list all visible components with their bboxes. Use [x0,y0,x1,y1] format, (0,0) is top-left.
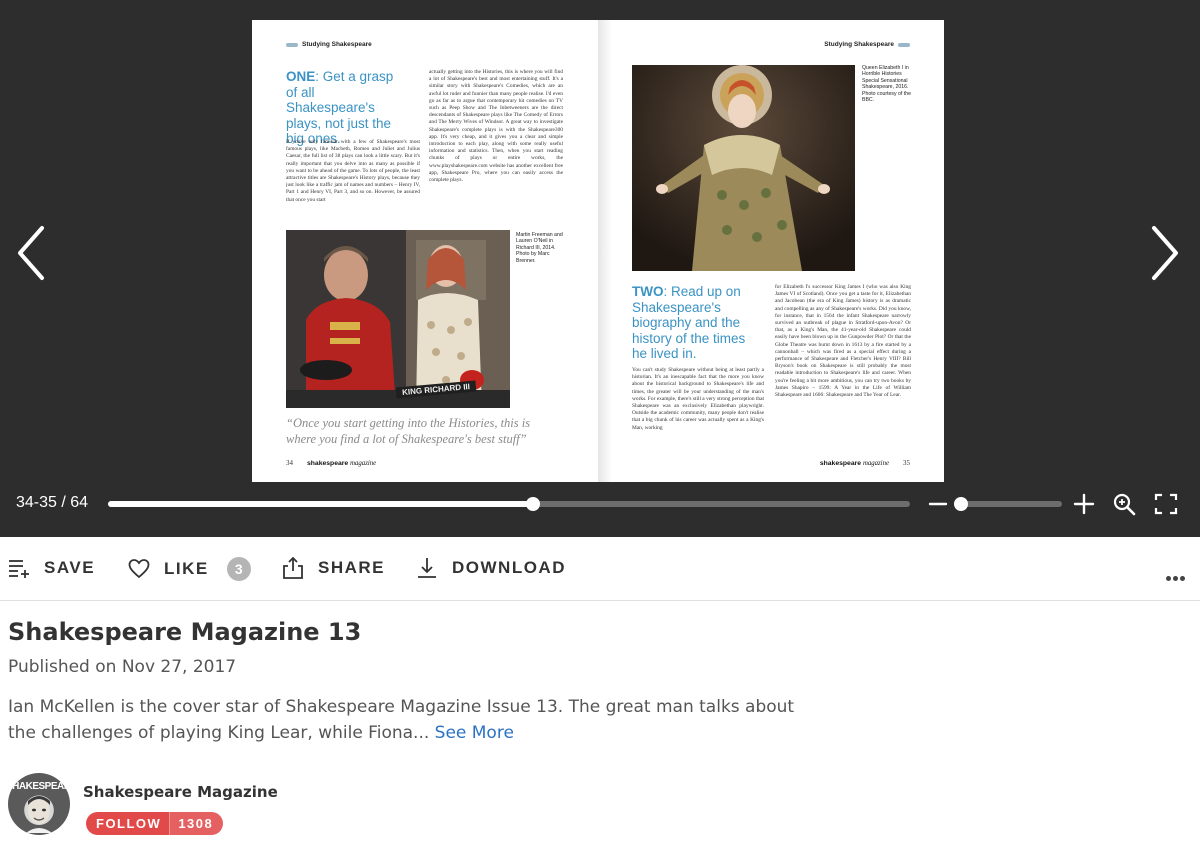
download-button[interactable]: DOWNLOAD [416,557,566,579]
pull-quote: “Once you start getting into the Histori… [286,416,531,446]
body-column-1: If you're only familiar with a few of Sh… [286,139,420,203]
save-button[interactable]: SAVE [8,557,95,579]
previous-page-button[interactable] [12,222,52,284]
more-options-button[interactable] [1166,566,1187,585]
publication-description: Ian McKellen is the cover star of Shakes… [8,694,808,746]
download-label: DOWNLOAD [452,558,566,577]
zoom-handle[interactable] [954,497,969,511]
zoom-search-icon [1113,493,1136,516]
zoom-slider[interactable] [954,497,1062,511]
quill-icon [898,42,910,47]
action-bar: SAVE LIKE 3 SHARE DOWNLOAD [0,537,1200,601]
running-head-text: Studying Shakespeare [824,41,894,48]
follow-label: FOLLOW [96,816,162,831]
next-page-button[interactable] [1144,222,1184,284]
magazine-viewer: Studying Shakespeare ONE: Get a grasp of… [0,0,1200,537]
brand-mark: shakespeare magazine [307,460,377,467]
like-label: LIKE [164,559,209,578]
more-horizontal-icon [1166,576,1171,581]
photo-caption-left: Martin Freeman and Lauren O'Neil in Rich… [516,232,563,264]
share-icon [283,557,303,579]
publisher-name[interactable]: Shakespeare Magazine [83,783,278,801]
page-number: 35 [903,459,910,467]
progress-fill [108,501,534,507]
queen-elizabeth-photo [632,65,855,271]
fullscreen-button[interactable] [1154,493,1178,515]
folio-right: shakespeare magazine 35 [820,459,910,467]
running-head-left: Studying Shakespeare [286,41,372,48]
download-icon [418,558,436,578]
magnifier-button[interactable] [1112,492,1136,516]
chevron-left-icon [18,226,44,280]
save-label: SAVE [44,558,96,577]
progress-handle[interactable] [526,497,541,511]
description-text: Ian McKellen is the cover star of Shakes… [8,697,795,743]
photo-caption-right: Queen Elizabeth I in Horrible Histories … [862,65,912,104]
save-list-icon [9,560,29,578]
headline-two: TWO: Read up on Shakespeare's biography … [632,284,754,362]
chevron-right-icon [1152,226,1178,280]
headline-lead: ONE [286,69,316,84]
folio-left: 34 shakespeare magazine [286,459,376,467]
quill-icon [286,42,298,47]
photo-illustration [632,65,855,271]
minus-icon [928,502,948,506]
page-indicator: 34-35 / 64 [16,494,89,511]
plus-icon [1073,493,1095,515]
zoom-in-button[interactable] [1073,493,1095,515]
publication-title: Shakespeare Magazine 13 [8,618,362,646]
heart-icon [128,559,150,579]
shakespeare-portrait-icon [26,796,52,833]
running-head-right: Studying Shakespeare [824,41,910,48]
richard-iii-photo: KING RICHARD III [286,230,510,408]
page-progress-slider[interactable] [108,497,910,511]
avatar-text: SHAKESPEARE [8,781,70,792]
brand-mark: shakespeare magazine [819,460,889,467]
publisher-avatar[interactable]: SHAKESPEARE [8,773,70,835]
published-date: Published on Nov 27, 2017 [8,657,237,677]
fullscreen-icon [1154,493,1178,515]
follow-button[interactable]: FOLLOW 1308 [86,812,224,835]
page-spread[interactable]: Studying Shakespeare ONE: Get a grasp of… [252,20,944,482]
body-column-2: actually getting into the Histories, thi… [429,69,563,184]
see-more-link[interactable]: See More [435,723,514,743]
share-button[interactable]: SHARE [282,557,385,579]
headline-lead: TWO [632,284,664,299]
page-35: Studying Shakespeare Queen Elizabeth I i… [598,20,944,482]
like-count-badge: 3 [226,557,251,581]
page-34: Studying Shakespeare ONE: Get a grasp of… [252,20,598,482]
photo-illustration [286,230,510,408]
page-number: 34 [286,459,293,467]
body-column-1: You can't study Shakespeare without bein… [632,367,764,431]
like-button[interactable]: LIKE 3 [128,557,251,581]
zoom-out-button[interactable] [928,494,948,514]
headline-one: ONE: Get a grasp of all Shakespeare's pl… [286,69,406,147]
follower-count: 1308 [169,812,224,835]
running-head-text: Studying Shakespeare [302,41,372,48]
share-label: SHARE [318,558,386,577]
body-column-2: for Elizabeth I's successor King James I… [775,284,911,399]
